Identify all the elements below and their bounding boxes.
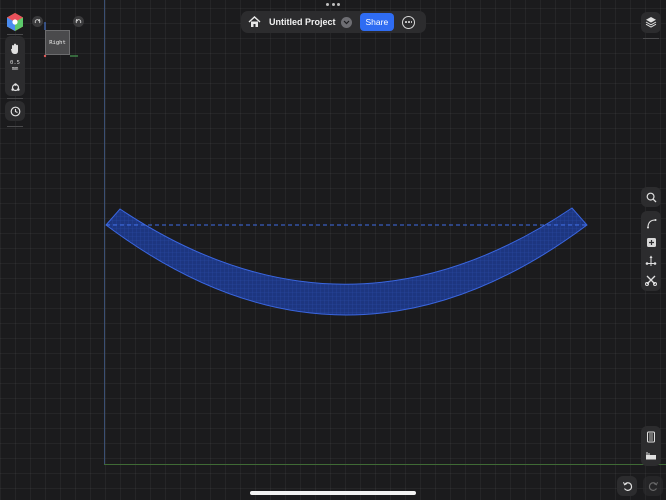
- redo-button[interactable]: [643, 476, 663, 496]
- project-title[interactable]: Untitled Project: [269, 17, 336, 27]
- multitask-dots[interactable]: [326, 3, 340, 7]
- separator: [7, 126, 23, 127]
- thickness-unit: mm: [11, 66, 19, 72]
- clock-icon: [4, 100, 26, 122]
- separator: [7, 98, 23, 99]
- home-icon[interactable]: [247, 15, 261, 29]
- arc-shape[interactable]: [0, 0, 666, 500]
- arc-band[interactable]: [105, 207, 588, 316]
- search-button[interactable]: [641, 187, 661, 207]
- separator: [7, 34, 23, 35]
- right-tool-group: [641, 211, 661, 291]
- view-cube-face[interactable]: Right: [45, 30, 70, 55]
- redo-icon: [642, 475, 664, 497]
- measure-tool-icon[interactable]: [640, 445, 662, 467]
- home-indicator[interactable]: [250, 491, 416, 495]
- app-logo-icon[interactable]: [5, 12, 25, 32]
- trim-tool-icon[interactable]: [640, 269, 662, 291]
- separator: [643, 38, 659, 39]
- left-tool-group: 0.5 mm: [5, 36, 25, 96]
- undo-button[interactable]: [617, 476, 637, 496]
- share-button[interactable]: Share: [359, 13, 395, 31]
- hand-tool-icon[interactable]: [4, 38, 26, 60]
- layers-button[interactable]: [641, 12, 661, 33]
- snap-tool-icon[interactable]: [4, 76, 26, 98]
- layers-icon: [640, 11, 662, 33]
- chevron-down-icon[interactable]: [340, 16, 352, 28]
- view-cube[interactable]: Right: [30, 14, 86, 60]
- undo-icon: [616, 475, 638, 497]
- top-toolbar: Untitled Project Share: [241, 11, 426, 33]
- magnifier-icon: [640, 186, 662, 208]
- thickness-readout[interactable]: 0.5 mm: [5, 60, 25, 72]
- history-tool-button[interactable]: [5, 101, 25, 121]
- more-options-icon[interactable]: [402, 15, 416, 29]
- bottom-tool-group: [641, 426, 661, 466]
